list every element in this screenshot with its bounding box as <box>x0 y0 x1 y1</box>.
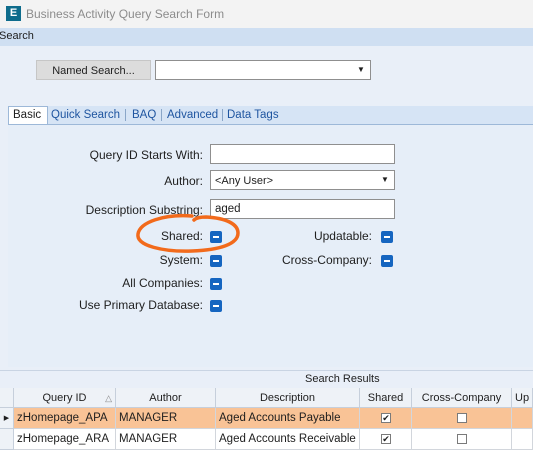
column-header-cross-company[interactable]: Cross-Company <box>412 388 512 408</box>
updatable-label: Updatable: <box>313 229 372 243</box>
cell-description: Aged Accounts Payable <box>216 408 360 429</box>
sort-ascending-icon: △ <box>105 393 112 403</box>
author-label: Author: <box>164 174 203 188</box>
use-primary-db-label: Use Primary Database: <box>78 298 203 312</box>
column-header-label: Query ID <box>42 392 87 404</box>
use-primary-db-checkbox[interactable] <box>210 300 222 312</box>
results-header: Search Results <box>0 370 533 389</box>
column-header-query-id[interactable]: Query ID △ <box>14 388 116 408</box>
all-companies-label: All Companies: <box>122 276 203 290</box>
chevron-down-icon[interactable]: ▼ <box>355 63 367 77</box>
named-search-button[interactable]: Named Search... <box>36 60 151 80</box>
author-combo[interactable]: <Any User> ▼ <box>210 170 395 190</box>
search-header: Search <box>0 28 533 46</box>
cell-cross-company <box>412 429 512 450</box>
tab-baq[interactable]: BAQ <box>128 106 160 124</box>
row-selector-header <box>0 388 14 408</box>
chevron-down-icon[interactable]: ▼ <box>379 173 391 187</box>
table-row[interactable]: zHomepage_ARA MANAGER Aged Accounts Rece… <box>0 429 533 450</box>
system-checkbox[interactable] <box>210 255 222 267</box>
search-header-label: Search <box>0 30 34 42</box>
named-search-combo[interactable]: ▼ <box>155 60 371 80</box>
cell-updatable <box>512 408 533 429</box>
author-value: <Any User> <box>215 175 274 187</box>
tab-separator <box>161 109 162 121</box>
cell-query-id: zHomepage_ARA <box>14 429 116 450</box>
query-id-label: Query ID Starts With: <box>89 148 203 162</box>
tab-strip: Basic Quick Search BAQ Advanced Data Tag… <box>8 106 533 125</box>
table-row[interactable]: ▶ zHomepage_APA MANAGER Aged Accounts Pa… <box>0 408 533 429</box>
cross-company-check <box>457 434 467 444</box>
window-title: Business Activity Query Search Form <box>26 7 225 21</box>
cell-query-id: zHomepage_APA <box>14 408 116 429</box>
tab-separator <box>125 109 126 121</box>
column-header-updatable[interactable]: Up <box>512 388 533 408</box>
cell-author: MANAGER <box>116 408 216 429</box>
shared-check: ✔ <box>381 413 391 423</box>
column-header-author[interactable]: Author <box>116 388 216 408</box>
cell-shared: ✔ <box>360 408 412 429</box>
system-label: System: <box>159 253 203 267</box>
cross-company-checkbox[interactable] <box>381 255 393 267</box>
shared-check: ✔ <box>381 434 391 444</box>
cross-company-check <box>457 413 467 423</box>
column-header-shared[interactable]: Shared <box>360 388 412 408</box>
results-title: Search Results <box>305 373 380 385</box>
app-icon: E <box>6 6 21 21</box>
cell-description: Aged Accounts Receivable <box>216 429 360 450</box>
title-bar: E Business Activity Query Search Form <box>0 0 533 28</box>
cross-company-label: Cross-Company: <box>281 253 372 267</box>
tab-data-tags[interactable]: Data Tags <box>223 106 283 124</box>
annotation-circle <box>136 213 240 253</box>
results-grid: Query ID △ Author Description Shared Cro… <box>0 388 533 473</box>
query-id-input[interactable] <box>210 144 395 164</box>
cell-author: MANAGER <box>116 429 216 450</box>
all-companies-checkbox[interactable] <box>210 278 222 290</box>
row-selector <box>0 429 14 450</box>
cell-shared: ✔ <box>360 429 412 450</box>
cell-cross-company <box>412 408 512 429</box>
row-pointer-icon: ▶ <box>0 408 14 429</box>
cell-updatable <box>512 429 533 450</box>
column-header-description[interactable]: Description <box>216 388 360 408</box>
tab-advanced[interactable]: Advanced <box>163 106 222 124</box>
updatable-checkbox[interactable] <box>381 231 393 243</box>
tab-basic[interactable]: Basic <box>8 106 48 125</box>
tab-quick-search[interactable]: Quick Search <box>47 106 124 124</box>
